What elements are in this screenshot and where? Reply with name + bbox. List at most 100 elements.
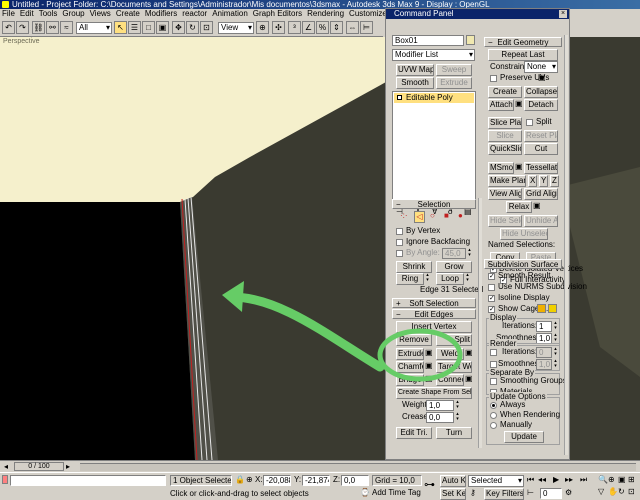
vertex-mode-icon[interactable]: ·:· — [400, 211, 408, 221]
extrude-settings-icon[interactable]: ▣ — [425, 348, 433, 358]
maximize-viewport-icon[interactable]: ⊡ — [628, 487, 635, 497]
soft-selection-rollout[interactable]: + Soft Selection — [392, 298, 476, 308]
object-name-field[interactable]: Box01 — [392, 35, 464, 46]
cage-color-swatch-1[interactable] — [537, 304, 546, 313]
extrude-button[interactable]: Extrude — [396, 348, 424, 360]
menu-reactor[interactable]: reactor — [182, 9, 207, 18]
menu-tools[interactable]: Tools — [39, 9, 58, 18]
cage-color-swatch-2[interactable] — [548, 304, 557, 313]
rotate-icon[interactable]: ↻ — [186, 21, 199, 34]
remove-button[interactable]: Remove — [396, 334, 432, 346]
show-cage-checkbox[interactable]: ✓ — [488, 306, 495, 313]
menu-rendering[interactable]: Rendering — [307, 9, 344, 18]
go-to-start-icon[interactable]: ⏮ — [527, 475, 534, 485]
pivot-center-icon[interactable]: ⊕ — [256, 21, 269, 34]
expand-icon[interactable] — [397, 95, 402, 100]
preserve-uvs-settings-icon[interactable]: ▣ — [538, 73, 546, 83]
reference-coordinate-dropdown[interactable]: View — [218, 22, 254, 34]
mirror-icon[interactable]: ⇔ — [346, 21, 359, 34]
element-mode-icon[interactable]: ● — [458, 211, 463, 221]
edit-geometry-rollout[interactable]: − Edit Geometry — [484, 37, 562, 47]
weld-button[interactable]: Weld — [436, 348, 464, 360]
menu-graph-editors[interactable]: Graph Editors — [253, 9, 302, 18]
preserve-uvs-checkbox[interactable] — [490, 75, 497, 82]
iterations-spinner[interactable]: ▴ ▾ — [553, 321, 558, 332]
next-frame-icon[interactable]: ▸ — [66, 462, 70, 471]
selection-rollout[interactable]: − Selection — [392, 199, 476, 209]
select-object-icon[interactable]: ↖ — [114, 21, 127, 34]
ring-spinner[interactable]: ▴ ▾ — [425, 273, 430, 284]
weight-spinner[interactable]: ▴ ▾ — [455, 400, 460, 411]
target-weld-button[interactable]: Target Weld — [436, 361, 472, 373]
ignore-backfacing-checkbox[interactable] — [396, 239, 403, 246]
make-planar-button[interactable]: Make Planar — [488, 175, 526, 187]
insert-vertex-button[interactable]: Insert Vertex — [396, 321, 472, 333]
track-bar[interactable] — [80, 463, 636, 471]
scale-icon[interactable]: ⊡ — [200, 21, 213, 34]
zoom-all-icon[interactable]: ⊕ — [608, 475, 615, 485]
add-time-tag-label[interactable]: Add Time Tag — [372, 488, 421, 498]
orbit-icon[interactable]: ↻ — [618, 487, 625, 497]
menu-views[interactable]: Views — [90, 9, 111, 18]
menu-animation[interactable]: Animation — [212, 9, 248, 18]
current-frame-field[interactable]: 0 — [540, 488, 562, 499]
split-checkbox[interactable] — [526, 119, 533, 126]
edit-tri-button[interactable]: Edit Tri. — [396, 427, 432, 439]
polygon-mode-icon[interactable]: ■ — [444, 211, 449, 221]
chamfer-button[interactable]: Chamfer — [396, 361, 424, 373]
create-button[interactable]: Create — [488, 86, 522, 98]
iterations-field[interactable]: 1 — [536, 321, 552, 332]
menu-group[interactable]: Group — [62, 9, 84, 18]
bridge-settings-icon[interactable]: ▣ — [425, 374, 433, 384]
create-shape-button[interactable]: Create Shape From Selection — [396, 387, 472, 399]
quickslice-button[interactable]: QuickSlice — [488, 143, 522, 155]
play-icon[interactable]: ▶ — [553, 475, 559, 485]
by-angle-spinner[interactable]: ▴ ▾ — [467, 248, 472, 259]
absolute-mode-icon[interactable]: ⊕ — [246, 475, 253, 484]
smooth-result-checkbox[interactable]: ✓ — [488, 273, 495, 280]
turn-button[interactable]: Turn — [436, 427, 472, 439]
render-iterations-field[interactable]: 0 — [536, 347, 552, 358]
msmooth-settings-icon[interactable]: ▣ — [515, 162, 523, 172]
weld-settings-icon[interactable]: ▣ — [465, 348, 473, 358]
smooth-modifier-button[interactable]: Smooth — [396, 77, 434, 89]
bind-spacewarp-icon[interactable]: ≈ — [60, 21, 73, 34]
reset-plane-button[interactable]: Reset Plane — [524, 130, 558, 142]
chamfer-settings-icon[interactable]: ▣ — [425, 361, 433, 371]
stack-item-editable-poly[interactable]: Editable Poly — [394, 93, 474, 103]
unlink-icon[interactable]: ⚯ — [46, 21, 59, 34]
weight-field[interactable]: 1,0 — [426, 400, 454, 411]
spinner-snap-icon[interactable]: ⇕ — [330, 21, 343, 34]
close-icon[interactable]: × — [559, 10, 567, 18]
msmooth-button[interactable]: MSmooth — [488, 162, 514, 174]
planar-y-button[interactable]: Y — [539, 175, 548, 187]
bridge-button[interactable]: Bridge — [396, 374, 424, 386]
when-rendering-radio[interactable] — [490, 412, 497, 419]
connect-button[interactable]: Connect — [436, 374, 464, 386]
manually-radio[interactable] — [490, 422, 497, 429]
render-smoothness-spinner[interactable]: ▴ ▾ — [553, 359, 558, 370]
selection-lock-icon[interactable]: 🔒 — [235, 475, 245, 484]
by-angle-checkbox[interactable] — [396, 250, 403, 257]
prev-frame-icon[interactable]: ◂ — [4, 462, 8, 471]
by-angle-field[interactable]: 45,0 — [442, 248, 466, 259]
use-nurms-checkbox[interactable] — [488, 284, 495, 291]
slice-button[interactable]: Slice — [488, 130, 522, 142]
zoom-extents-icon[interactable]: ▣ — [618, 475, 626, 485]
planar-x-button[interactable]: X — [528, 175, 537, 187]
redo-icon[interactable]: ↷ — [16, 21, 29, 34]
tessellate-button[interactable]: Tessellate — [524, 162, 558, 174]
repeat-last-button[interactable]: Repeat Last — [488, 49, 558, 61]
ring-button[interactable]: Ring — [396, 273, 424, 285]
angle-snap-icon[interactable]: ∠ — [302, 21, 315, 34]
modifier-list-dropdown[interactable]: Modifier List — [392, 49, 475, 61]
collapse-button[interactable]: Collapse — [524, 86, 558, 98]
isoline-checkbox[interactable]: ✓ — [488, 295, 495, 302]
z-coord-field[interactable]: 0,0 — [341, 475, 369, 486]
crease-field[interactable]: 0,0 — [426, 412, 454, 423]
connect-settings-icon[interactable]: ▣ — [465, 374, 473, 384]
undo-icon[interactable]: ↶ — [2, 21, 15, 34]
loop-button[interactable]: Loop — [436, 273, 464, 285]
maxscript-mini-listener[interactable] — [10, 475, 166, 486]
zoom-extents-all-icon[interactable]: ⊞ — [628, 475, 635, 485]
